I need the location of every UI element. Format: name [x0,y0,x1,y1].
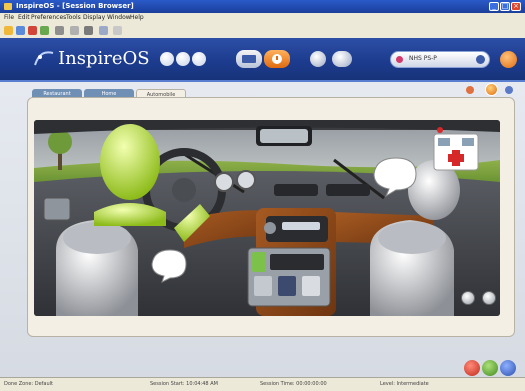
menu-file[interactable]: File [4,13,14,23]
replay-icon[interactable] [461,291,475,305]
close-button[interactable]: × [511,2,521,11]
menu-preferences[interactable]: Preferences [31,13,66,23]
status-level: Level: Intermediate [380,381,429,387]
back-icon[interactable] [4,26,13,35]
home-page-icon[interactable] [485,83,498,96]
maximize-button[interactable]: □ [500,2,510,11]
app-icon [4,3,12,10]
app-logo: InspireOS [58,48,150,69]
refresh-icon[interactable] [40,26,49,35]
user-icon[interactable] [500,51,517,68]
stop-icon[interactable] [28,26,37,35]
settings-icon[interactable] [84,26,93,35]
flag-icon [396,56,403,63]
menu-display[interactable]: Display [83,13,105,23]
menu-edit[interactable]: Edit [18,13,30,23]
home-icon[interactable] [55,26,64,35]
menu-bar: File Edit Preferences Tools Display Wind… [0,13,525,23]
menu-window[interactable]: Window [107,13,131,23]
previous-icon[interactable] [466,86,474,94]
app-header: InspireOS NHS PS-P [0,38,525,82]
phone-icon[interactable] [332,51,352,67]
circle-button-1[interactable] [160,52,174,66]
status-session-start: Session Start: 10:04:48 AM [150,381,218,387]
circle-button-3[interactable] [192,52,206,66]
speaker-icon[interactable] [310,51,326,67]
automobile-scene [34,120,500,316]
next-icon[interactable] [505,86,513,94]
status-session-time: Session Time: 00:00:00:00 [260,381,327,387]
search-value: NHS PS-P [409,55,437,62]
search-field[interactable]: NHS PS-P [390,51,490,68]
menu-help[interactable]: Help [130,13,144,23]
close-scene-icon[interactable] [482,291,496,305]
help-icon[interactable] [113,26,122,35]
minimize-button[interactable]: _ [489,2,499,11]
print-icon[interactable] [70,26,79,35]
zoom-icon[interactable] [99,26,108,35]
alert-button[interactable] [264,50,290,68]
status-bar: Done Zone: Default Session Start: 10:04:… [0,377,525,391]
menu-tools[interactable]: Tools [66,13,81,23]
window-title-bar: InspireOS - [Session Browser] _ □ × [0,0,525,13]
go-icon[interactable] [476,55,485,64]
status-zone: Done Zone: Default [4,381,54,387]
lifecare-logo-icon [33,49,55,69]
forward-icon[interactable] [16,26,25,35]
toolbar [0,23,525,39]
accept-icon[interactable] [482,360,498,376]
help-circle-icon[interactable] [500,360,516,376]
circle-button-2[interactable] [176,52,190,66]
keyboard-button[interactable] [236,50,262,68]
window-title: InspireOS - [Session Browser] [16,2,134,10]
phone-hangup-icon[interactable] [464,360,480,376]
